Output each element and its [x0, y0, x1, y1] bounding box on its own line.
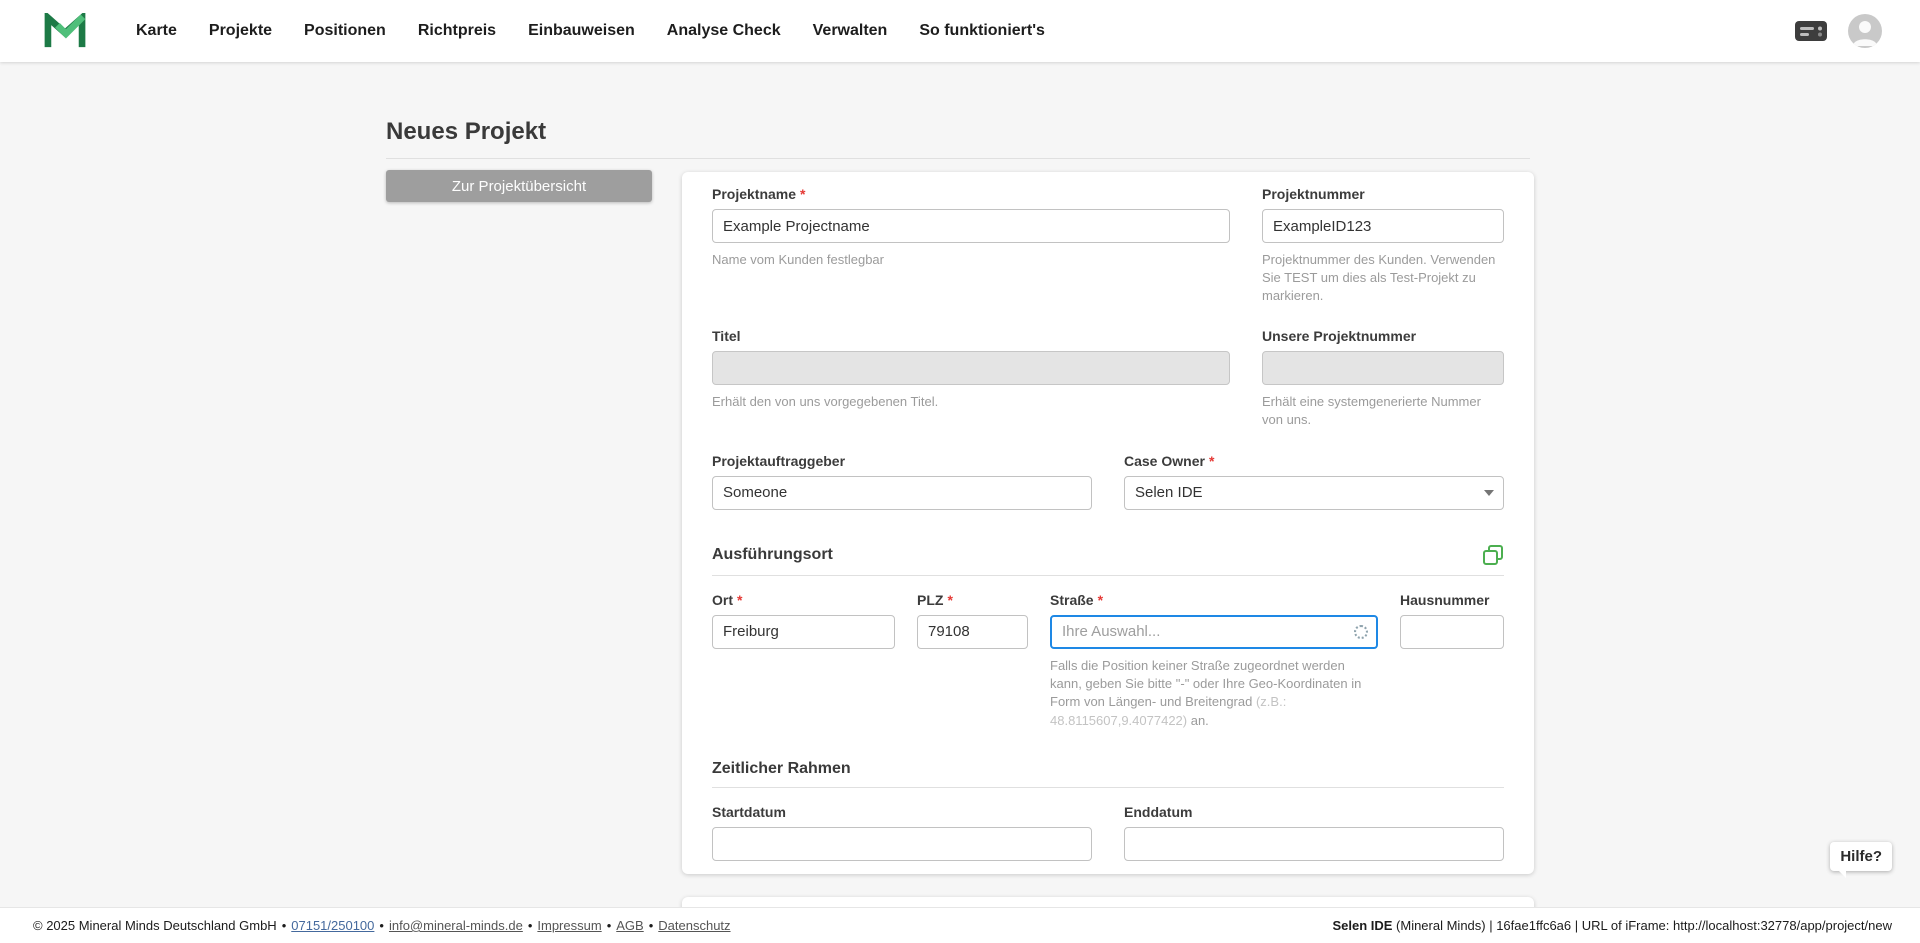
- section-divider: [712, 575, 1504, 576]
- ort-input[interactable]: [712, 615, 895, 649]
- row-address: Ort * PLZ * Straße * Falls die Position …: [712, 592, 1504, 730]
- strasse-input[interactable]: [1050, 615, 1378, 649]
- enddatum-input[interactable]: [1124, 827, 1504, 861]
- startdatum-label: Startdatum: [712, 804, 1092, 820]
- unsere-projektnummer-label: Unsere Projektnummer: [1262, 328, 1504, 344]
- case-owner-select[interactable]: [1124, 476, 1504, 510]
- footer-left: © 2025 Mineral Minds Deutschland GmbH • …: [33, 918, 731, 933]
- row-dates: Startdatum Enddatum: [712, 804, 1504, 861]
- projektnummer-helper: Projektnummer des Kunden. Verwenden Sie …: [1262, 251, 1504, 306]
- required-asterisk: *: [1098, 592, 1103, 608]
- field-startdatum: Startdatum: [712, 804, 1092, 861]
- field-ort: Ort *: [712, 592, 895, 649]
- copyright-text: © 2025 Mineral Minds Deutschland GmbH: [33, 918, 277, 933]
- session-user: Selen IDE: [1332, 918, 1392, 933]
- navbar-right: [1794, 14, 1882, 48]
- server-icon[interactable]: [1794, 19, 1828, 43]
- strasse-input-wrap: [1050, 615, 1378, 649]
- strasse-helper: Falls die Position keiner Straße zugeord…: [1050, 657, 1378, 730]
- field-plz: PLZ *: [917, 592, 1028, 649]
- field-projektname: Projektname * Name vom Kunden festlegbar: [712, 186, 1230, 269]
- separator: •: [282, 918, 287, 933]
- agb-link[interactable]: AGB: [616, 918, 643, 933]
- field-projektnummer: Projektnummer Projektnummer des Kunden. …: [1262, 186, 1504, 306]
- datenschutz-link[interactable]: Datenschutz: [658, 918, 730, 933]
- required-asterisk: *: [1209, 453, 1214, 469]
- separator: •: [649, 918, 654, 933]
- projektname-label: Projektname *: [712, 186, 1230, 202]
- help-button[interactable]: Hilfe?: [1830, 842, 1892, 871]
- user-avatar[interactable]: [1848, 14, 1882, 48]
- separator: •: [379, 918, 384, 933]
- separator: •: [528, 918, 533, 933]
- field-case-owner: Case Owner *: [1124, 453, 1504, 510]
- nav-item-so-funktionierts[interactable]: So funktioniert's: [919, 22, 1045, 40]
- nav-item-positionen[interactable]: Positionen: [304, 22, 386, 40]
- section-ausfuehrungsort: Ausführungsort: [712, 544, 1504, 566]
- new-project-form-card: Projektname * Name vom Kunden festlegbar…: [682, 172, 1534, 874]
- case-owner-value[interactable]: [1124, 476, 1504, 510]
- back-to-project-overview-button[interactable]: Zur Projektübersicht: [386, 170, 652, 202]
- plz-input[interactable]: [917, 615, 1028, 649]
- nav-item-einbauweisen[interactable]: Einbauweisen: [528, 22, 635, 40]
- strasse-label: Straße *: [1050, 592, 1378, 608]
- duplicate-icon[interactable]: [1482, 544, 1504, 566]
- footer: © 2025 Mineral Minds Deutschland GmbH • …: [0, 907, 1920, 943]
- separator: •: [607, 918, 612, 933]
- section-zeitlicher-rahmen: Zeitlicher Rahmen: [712, 760, 1504, 778]
- titel-input: [712, 351, 1230, 385]
- unsere-projektnummer-helper: Erhält eine systemgenerierte Nummer von …: [1262, 393, 1504, 429]
- section-ausfuehrungsort-title: Ausführungsort: [712, 546, 833, 564]
- case-owner-label: Case Owner *: [1124, 453, 1504, 469]
- field-titel: Titel Erhält den von uns vorgegebenen Ti…: [712, 328, 1230, 411]
- plz-label: PLZ *: [917, 592, 1028, 608]
- loading-spinner-icon: [1354, 625, 1368, 639]
- enddatum-label: Enddatum: [1124, 804, 1504, 820]
- nav-item-projekte[interactable]: Projekte: [209, 22, 272, 40]
- titel-label: Titel: [712, 328, 1230, 344]
- unsere-projektnummer-input: [1262, 351, 1504, 385]
- nav-item-richtpreis[interactable]: Richtpreis: [418, 22, 496, 40]
- nav-item-karte[interactable]: Karte: [136, 22, 177, 40]
- required-asterisk: *: [800, 186, 805, 202]
- session-info: Selen IDE (Mineral Minds) | 16fae1ffc6a6…: [1332, 918, 1892, 933]
- field-projektauftraggeber: Projektauftraggeber: [712, 453, 1092, 510]
- impressum-link[interactable]: Impressum: [537, 918, 601, 933]
- page-head: Neues Projekt: [386, 118, 1530, 159]
- title-divider: [386, 158, 1530, 159]
- projektname-input[interactable]: [712, 209, 1230, 243]
- required-asterisk: *: [947, 592, 952, 608]
- field-enddatum: Enddatum: [1124, 804, 1504, 861]
- mineral-minds-logo-icon[interactable]: [44, 13, 86, 49]
- session-details: (Mineral Minds) | 16fae1ffc6a6 | URL of …: [1392, 918, 1892, 933]
- row-projektname-projektnummer: Projektname * Name vom Kunden festlegbar…: [712, 186, 1504, 306]
- projektauftraggeber-input[interactable]: [712, 476, 1092, 510]
- titel-helper: Erhält den von uns vorgegebenen Titel.: [712, 393, 1230, 411]
- page-title: Neues Projekt: [386, 118, 1530, 146]
- row-auftraggeber-caseowner: Projektauftraggeber Case Owner *: [712, 453, 1504, 510]
- startdatum-input[interactable]: [712, 827, 1092, 861]
- required-asterisk: *: [737, 592, 742, 608]
- hausnummer-input[interactable]: [1400, 615, 1504, 649]
- field-unsere-projektnummer: Unsere Projektnummer Erhält eine systemg…: [1262, 328, 1504, 429]
- main-nav: Karte Projekte Positionen Richtpreis Ein…: [136, 22, 1045, 40]
- field-hausnummer: Hausnummer: [1400, 592, 1504, 649]
- projektnummer-input[interactable]: [1262, 209, 1504, 243]
- ort-label: Ort *: [712, 592, 895, 608]
- nav-item-verwalten[interactable]: Verwalten: [813, 22, 888, 40]
- phone-link[interactable]: 07151/250100: [291, 918, 374, 933]
- hausnummer-label: Hausnummer: [1400, 592, 1504, 608]
- nav-item-analyse-check[interactable]: Analyse Check: [667, 22, 781, 40]
- email-link[interactable]: info@mineral-minds.de: [389, 918, 523, 933]
- projektnummer-label: Projektnummer: [1262, 186, 1504, 202]
- row-titel-unsere-projektnummer: Titel Erhält den von uns vorgegebenen Ti…: [712, 328, 1504, 429]
- section-divider: [712, 787, 1504, 788]
- projektname-helper: Name vom Kunden festlegbar: [712, 251, 1230, 269]
- projektauftraggeber-label: Projektauftraggeber: [712, 453, 1092, 469]
- field-strasse: Straße * Falls die Position keiner Straß…: [1050, 592, 1378, 730]
- top-navbar: Karte Projekte Positionen Richtpreis Ein…: [0, 0, 1920, 62]
- section-zeitlicher-rahmen-title: Zeitlicher Rahmen: [712, 760, 851, 778]
